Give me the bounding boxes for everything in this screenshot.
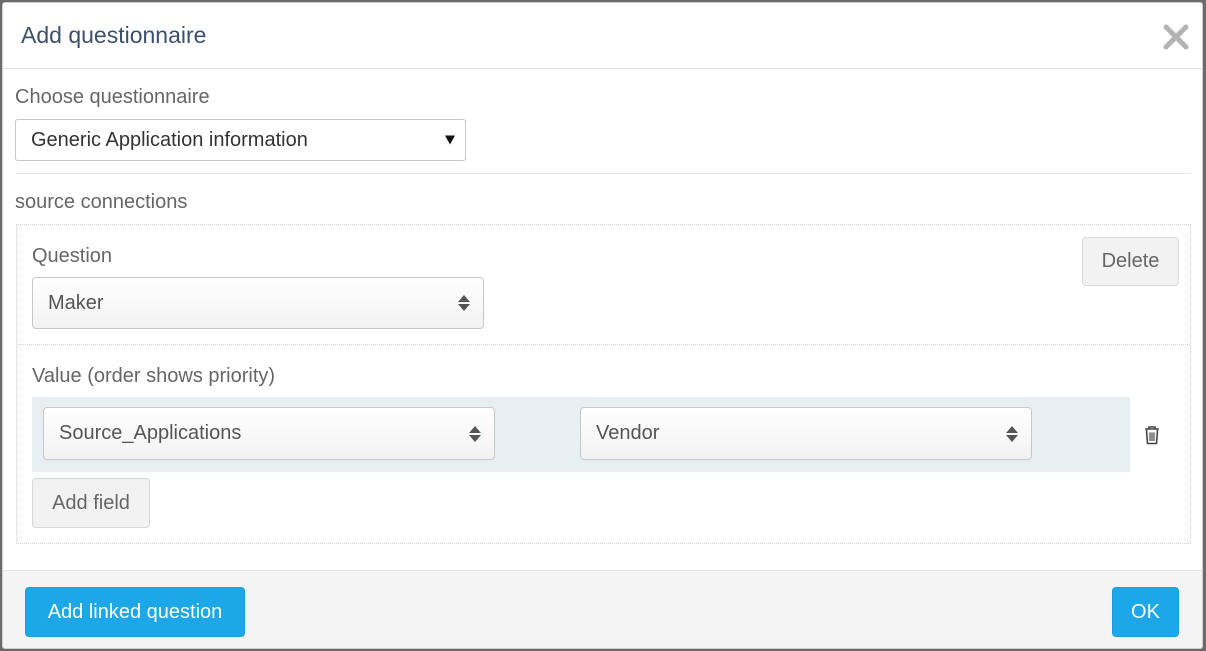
- trash-icon[interactable]: [1143, 425, 1161, 445]
- caret-down-icon: [445, 135, 455, 145]
- value-field-select-2[interactable]: Vendor: [580, 407, 1032, 460]
- dialog-footer: Add linked question OK: [3, 570, 1202, 648]
- dialog-title: Add questionnaire: [21, 22, 207, 48]
- value-label: Value (order shows priority): [32, 365, 276, 387]
- value-row: Source_Applications Vendor: [32, 397, 1130, 472]
- sort-updown-icon: [1006, 425, 1018, 442]
- sort-updown-icon: [469, 425, 481, 442]
- question-label: Question: [32, 245, 113, 267]
- section-title: source connections: [15, 191, 188, 213]
- close-icon: [1163, 24, 1189, 50]
- dialog-header: Add questionnaire: [3, 3, 1202, 69]
- panel-divider: [17, 344, 1190, 345]
- value-field-select-1-value: Source_Applications: [59, 422, 242, 444]
- value-field-select-1[interactable]: Source_Applications: [43, 407, 495, 460]
- section-divider: [16, 173, 1191, 174]
- value-field-select-2-value: Vendor: [596, 422, 660, 444]
- question-select[interactable]: Maker: [32, 277, 484, 329]
- question-select-value: Maker: [48, 291, 104, 314]
- source-connection-panel: Question Maker Delete Value (order shows…: [16, 224, 1191, 544]
- delete-question-button[interactable]: Delete: [1082, 237, 1179, 286]
- close-button[interactable]: [1162, 23, 1190, 51]
- sort-updown-icon: [458, 295, 470, 311]
- add-questionnaire-dialog: Add questionnaire Choose questionnaire G…: [2, 2, 1203, 649]
- questionnaire-select-value: Generic Application information: [31, 128, 308, 151]
- add-linked-question-button[interactable]: Add linked question: [25, 587, 245, 637]
- add-field-button[interactable]: Add field: [32, 478, 150, 528]
- questionnaire-select[interactable]: Generic Application information: [15, 119, 466, 161]
- ok-button[interactable]: OK: [1112, 587, 1179, 637]
- choose-questionnaire-label: Choose questionnaire: [15, 86, 210, 108]
